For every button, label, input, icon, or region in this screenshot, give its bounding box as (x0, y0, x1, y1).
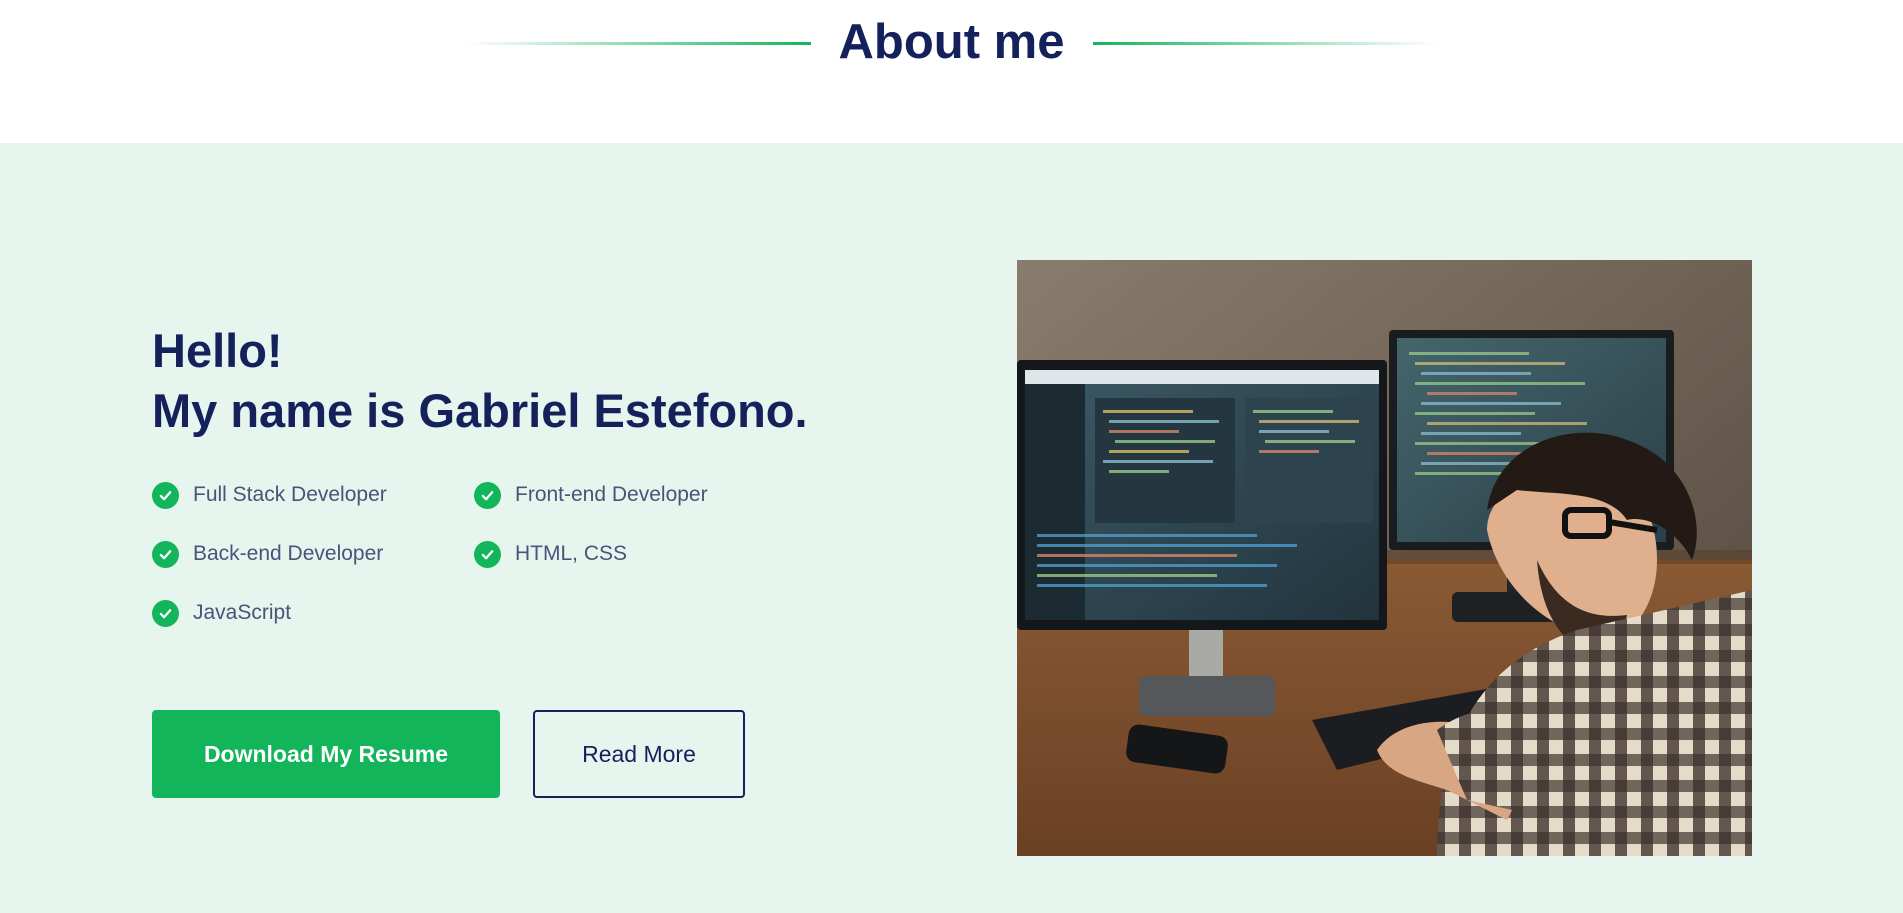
skill-item-html-css: HTML, CSS (474, 540, 627, 568)
developer-illustration (1017, 260, 1752, 856)
title-divider-right (1093, 42, 1439, 45)
skill-item-front-end: Front-end Developer (474, 481, 708, 509)
greeting-line-name: My name is Gabriel Estefono. (152, 384, 808, 437)
skills-list: Full Stack Developer Front-end Developer… (152, 481, 852, 661)
download-resume-button[interactable]: Download My Resume (152, 710, 500, 798)
skill-label: Front-end Developer (515, 483, 708, 506)
about-header: About me (0, 0, 1903, 143)
check-circle-icon (474, 481, 501, 509)
skill-item-javascript: JavaScript (152, 599, 291, 627)
skill-item-full-stack: Full Stack Developer (152, 481, 387, 509)
greeting-line-hello: Hello! (152, 324, 283, 377)
greeting-heading: Hello! My name is Gabriel Estefono. (152, 321, 808, 441)
read-more-button[interactable]: Read More (533, 710, 745, 798)
developer-photo (1017, 260, 1752, 856)
skill-label: Full Stack Developer (193, 483, 387, 506)
skill-label: JavaScript (193, 601, 292, 624)
check-circle-icon (152, 599, 179, 627)
skill-item-back-end: Back-end Developer (152, 540, 383, 568)
section-title: About me (838, 15, 1065, 69)
skill-label: HTML, CSS (515, 542, 628, 565)
skill-label: Back-end Developer (193, 542, 384, 565)
check-circle-icon (152, 481, 179, 509)
check-circle-icon (152, 540, 179, 568)
about-section: Hello! My name is Gabriel Estefono. Full… (0, 143, 1903, 913)
check-circle-icon (474, 540, 501, 568)
